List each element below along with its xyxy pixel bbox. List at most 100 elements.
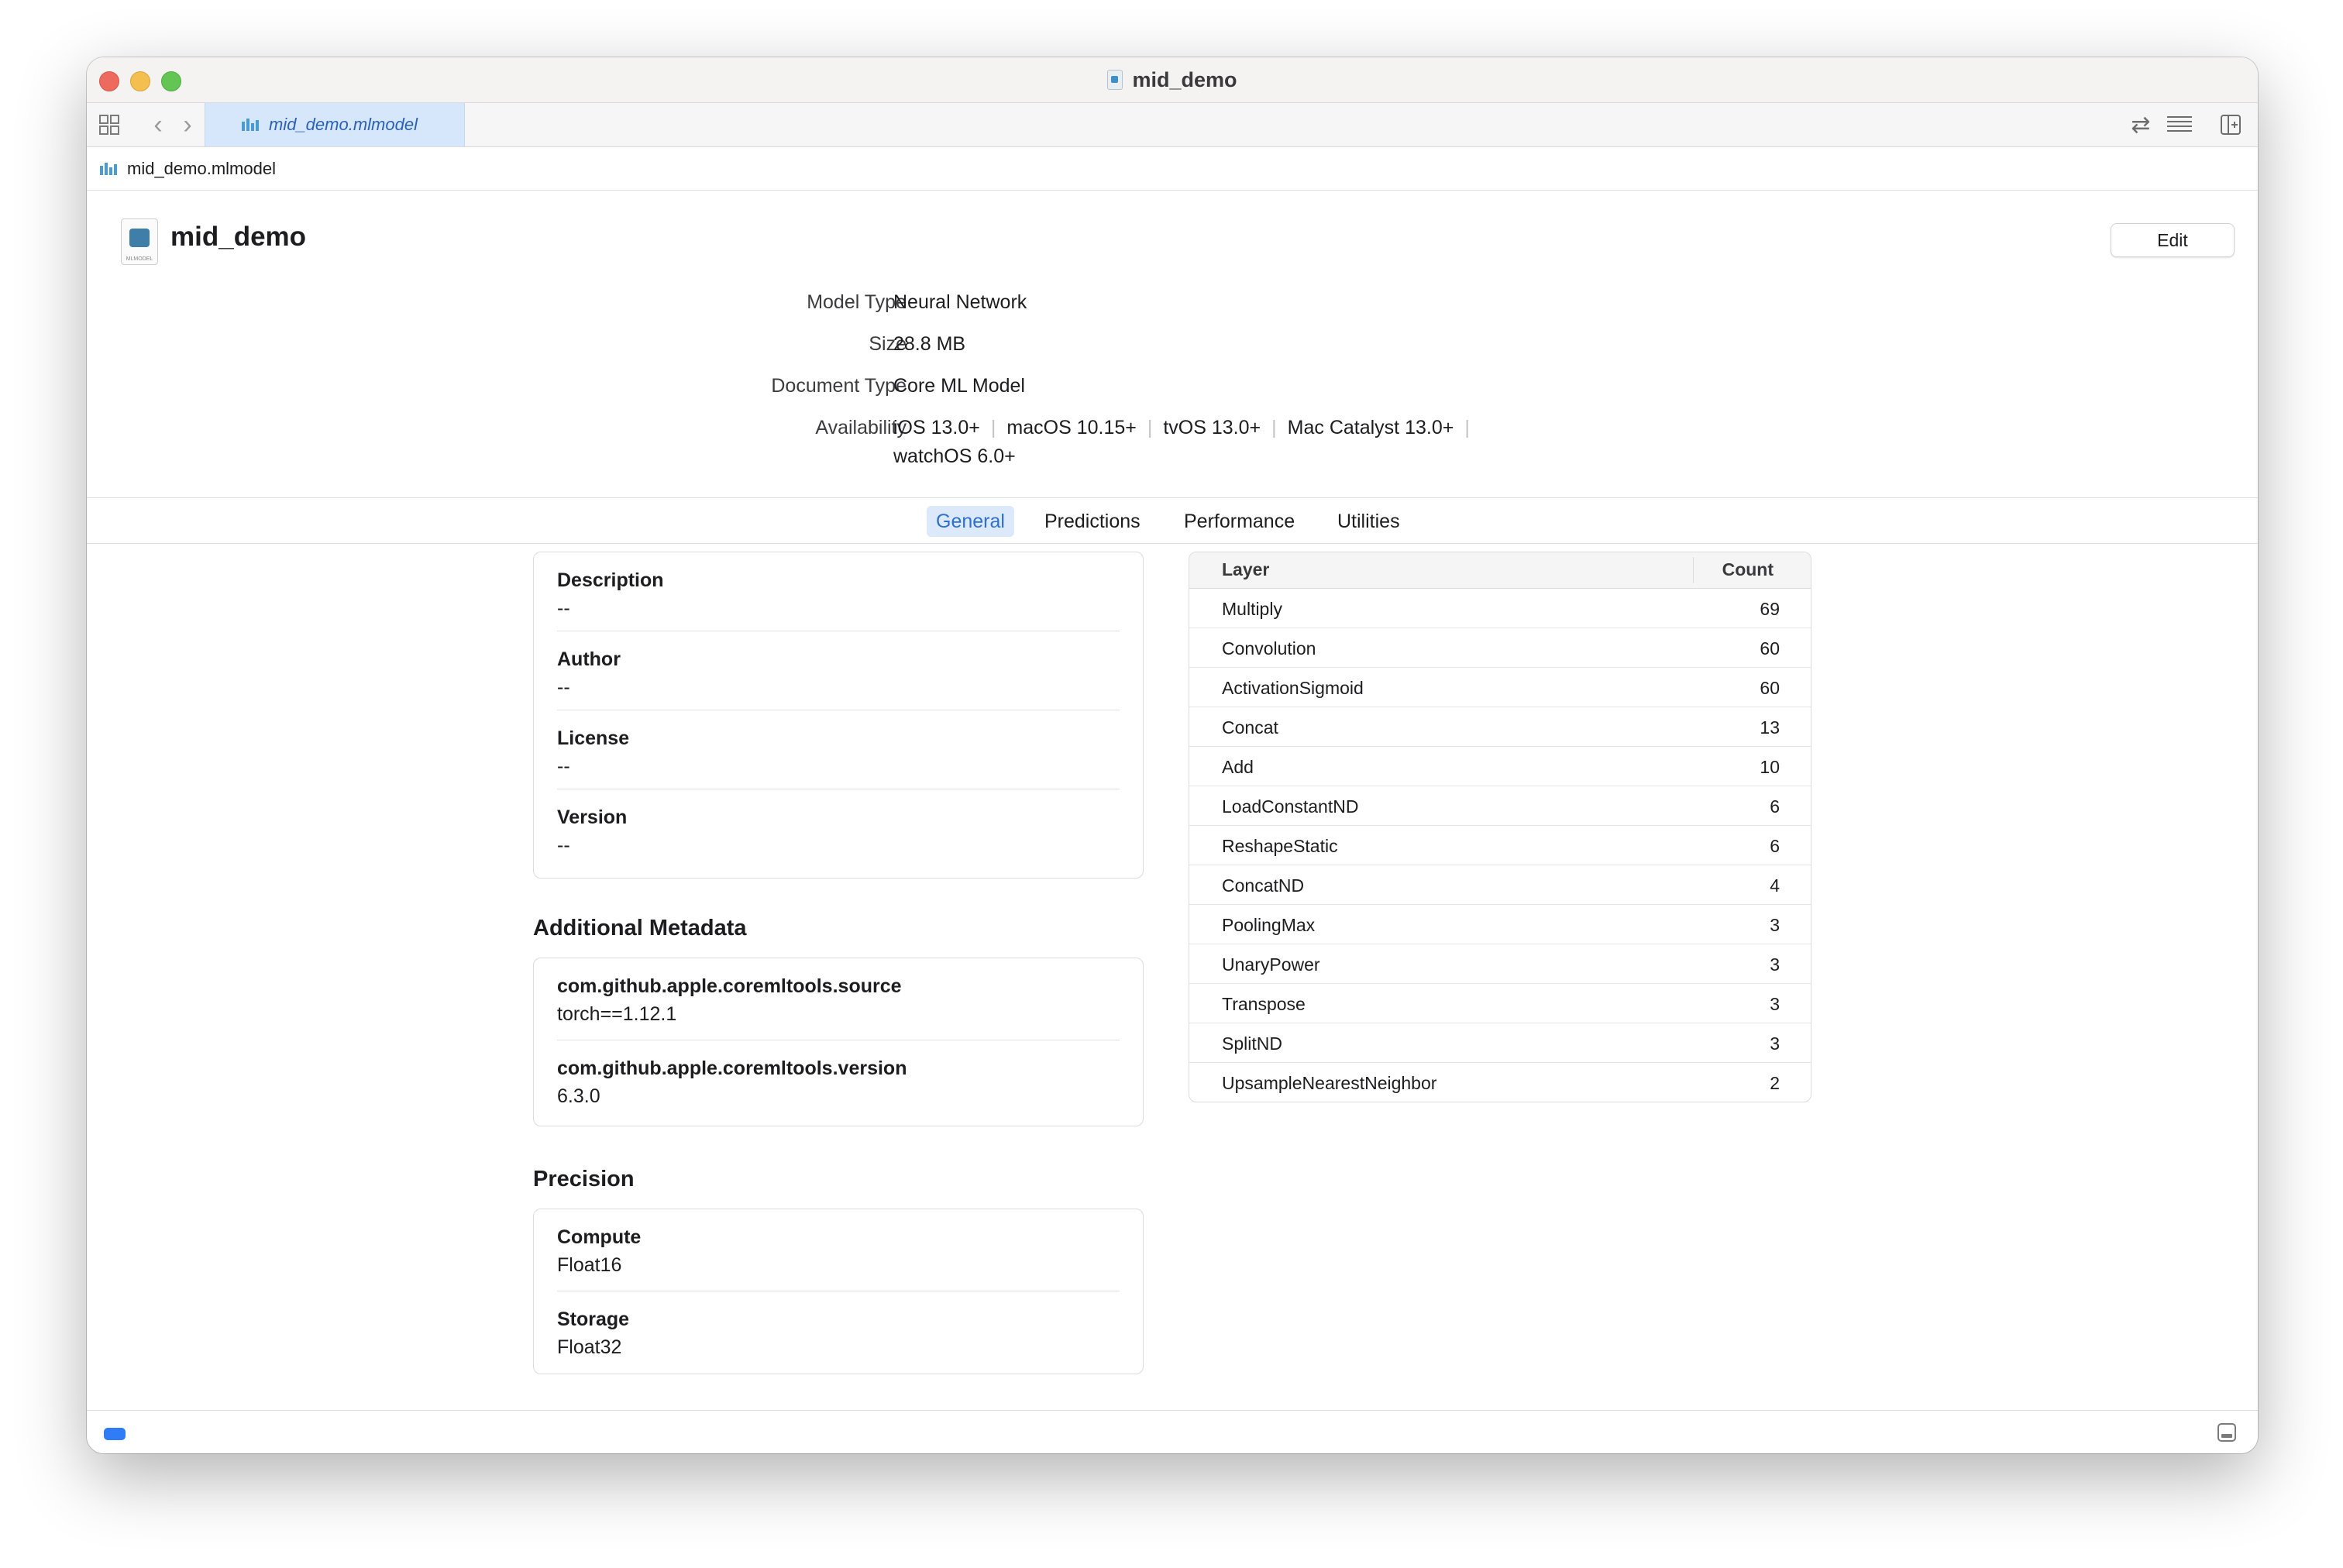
- availability-macos: macOS 10.15+: [1006, 417, 1137, 438]
- general-info-panel: Description -- Author -- License -- Vers…: [533, 552, 1144, 879]
- column-header-layer[interactable]: Layer: [1222, 559, 1269, 580]
- layer-name: Convolution: [1222, 638, 1316, 658]
- storage-label: Storage: [557, 1308, 630, 1330]
- grid-icon[interactable]: [98, 112, 121, 137]
- debug-area-icon[interactable]: [2217, 1423, 2236, 1442]
- layer-count: 3: [1770, 1033, 1780, 1054]
- mlmodel-icon: [99, 161, 118, 177]
- availability-mac-catalyst: Mac Catalyst 13.0+: [1287, 417, 1454, 438]
- layer-name: Add: [1222, 757, 1254, 777]
- model-name: mid_demo: [170, 222, 307, 252]
- metadata-key: com.github.apple.coremltools.source: [557, 975, 902, 997]
- layer-count: 13: [1760, 717, 1780, 738]
- author-field: Author --: [534, 631, 1143, 710]
- separator: |: [990, 417, 996, 438]
- chevron-right-icon[interactable]: ›: [177, 110, 198, 139]
- layer-name: Transpose: [1222, 994, 1306, 1014]
- table-row[interactable]: Add 10: [1189, 747, 1811, 786]
- metadata-item: com.github.apple.coremltools.version 6.3…: [534, 1040, 1143, 1123]
- license-label: License: [557, 727, 630, 749]
- layer-name: ActivationSigmoid: [1222, 678, 1364, 698]
- table-row[interactable]: LoadConstantND 6: [1189, 786, 1811, 826]
- table-row[interactable]: SplitND 3: [1189, 1023, 1811, 1063]
- table-row[interactable]: PoolingMax 3: [1189, 905, 1811, 944]
- availability-ios: iOS 13.0+: [893, 417, 980, 438]
- table-row[interactable]: UnaryPower 3: [1189, 944, 1811, 984]
- model-file-icon: MLMODEL: [121, 218, 158, 265]
- layer-count-table: Layer Count Multiply 69 Convolution 60 Activ…: [1189, 552, 1811, 1102]
- metadata-value: 6.3.0: [557, 1085, 600, 1107]
- editor-tab-bar: ‹ › mid_demo.mlmodel ⇄: [87, 103, 2258, 147]
- table-row[interactable]: Transpose 3: [1189, 984, 1811, 1023]
- align-lines-icon[interactable]: [2166, 112, 2193, 137]
- availability-watchos: watchOS 6.0+: [893, 445, 1016, 467]
- layer-name: Concat: [1222, 717, 1278, 738]
- additional-metadata-panel: com.github.apple.coremltools.source torc…: [533, 958, 1144, 1126]
- license-value: --: [557, 755, 570, 777]
- window-title: mid_demo: [1132, 67, 1237, 91]
- table-row[interactable]: ConcatND 4: [1189, 865, 1811, 905]
- metadata-item: com.github.apple.coremltools.source torc…: [534, 958, 1143, 1040]
- tab-utilities[interactable]: Utilities: [1328, 506, 1409, 537]
- layer-count: 6: [1770, 796, 1780, 817]
- availability-tvos: tvOS 13.0+: [1163, 417, 1261, 438]
- table-row[interactable]: Concat 13: [1189, 707, 1811, 747]
- document-type-label: Document Type: [771, 375, 907, 397]
- tab-performance[interactable]: Performance: [1175, 506, 1304, 537]
- description-label: Description: [557, 569, 664, 591]
- layer-name: SplitND: [1222, 1033, 1282, 1054]
- tab-label: mid_demo.mlmodel: [269, 115, 418, 134]
- title-bar: mid_demo: [87, 57, 2258, 103]
- table-row[interactable]: ActivationSigmoid 60: [1189, 668, 1811, 707]
- model-icon-caption: MLMODEL: [126, 256, 153, 262]
- layer-count: 10: [1760, 757, 1780, 777]
- column-header-count[interactable]: Count: [1722, 559, 1774, 580]
- document-type-value: Core ML Model: [893, 375, 1025, 397]
- metadata-key: com.github.apple.coremltools.version: [557, 1057, 907, 1079]
- license-field: License --: [534, 710, 1143, 789]
- compute-value: Float16: [557, 1254, 622, 1276]
- layer-count: 3: [1770, 954, 1780, 975]
- activity-indicator-icon[interactable]: [104, 1428, 126, 1440]
- layer-count: 2: [1770, 1073, 1780, 1093]
- layer-name: LoadConstantND: [1222, 796, 1359, 817]
- metadata-value: torch==1.12.1: [557, 1003, 677, 1025]
- inspector-panel-icon[interactable]: [2217, 112, 2244, 137]
- tab-general[interactable]: General: [927, 506, 1014, 537]
- compute-field: Compute Float16: [534, 1209, 1143, 1291]
- author-value: --: [557, 676, 570, 698]
- description-value: --: [557, 597, 570, 619]
- breadcrumb-file[interactable]: mid_demo.mlmodel: [127, 159, 276, 179]
- separator: |: [1147, 417, 1153, 438]
- layer-count: 60: [1760, 678, 1780, 698]
- layer-name: ConcatND: [1222, 875, 1305, 896]
- table-header: Layer Count: [1189, 552, 1811, 589]
- mlmodel-icon: [241, 117, 260, 132]
- additional-metadata-title: Additional Metadata: [533, 916, 747, 940]
- size-value: 28.8 MB: [893, 333, 966, 355]
- storage-value: Float32: [557, 1336, 622, 1358]
- table-row[interactable]: Convolution 60: [1189, 628, 1811, 668]
- layer-count: 4: [1770, 875, 1780, 896]
- model-type-label: Model Type: [807, 291, 907, 313]
- layer-count: 6: [1770, 836, 1780, 856]
- column-divider: [1693, 557, 1694, 583]
- version-field: Version --: [534, 789, 1143, 868]
- layer-count: 3: [1770, 915, 1780, 935]
- compute-label: Compute: [557, 1226, 642, 1248]
- swap-arrows-icon[interactable]: ⇄: [2128, 112, 2154, 138]
- edit-button[interactable]: Edit: [2111, 223, 2235, 257]
- separator: |: [1271, 417, 1277, 438]
- tab-predictions[interactable]: Predictions: [1035, 506, 1150, 537]
- section-tabs: General Predictions Performance Utilitie…: [87, 497, 2258, 544]
- table-body: Multiply 69 Convolution 60 ActivationSigmoid…: [1189, 589, 1811, 1102]
- table-row[interactable]: UpsampleNearestNeighbor 2: [1189, 1063, 1811, 1102]
- table-row[interactable]: ReshapeStatic 6: [1189, 826, 1811, 865]
- description-field: Description --: [534, 552, 1143, 631]
- table-row[interactable]: Multiply 69: [1189, 589, 1811, 628]
- project-file-icon: [1107, 70, 1123, 90]
- layer-name: UpsampleNearestNeighbor: [1222, 1073, 1437, 1093]
- chevron-left-icon[interactable]: ‹: [147, 110, 169, 139]
- precision-title: Precision: [533, 1167, 635, 1191]
- tab-mid-demo-mlmodel[interactable]: mid_demo.mlmodel: [205, 103, 465, 146]
